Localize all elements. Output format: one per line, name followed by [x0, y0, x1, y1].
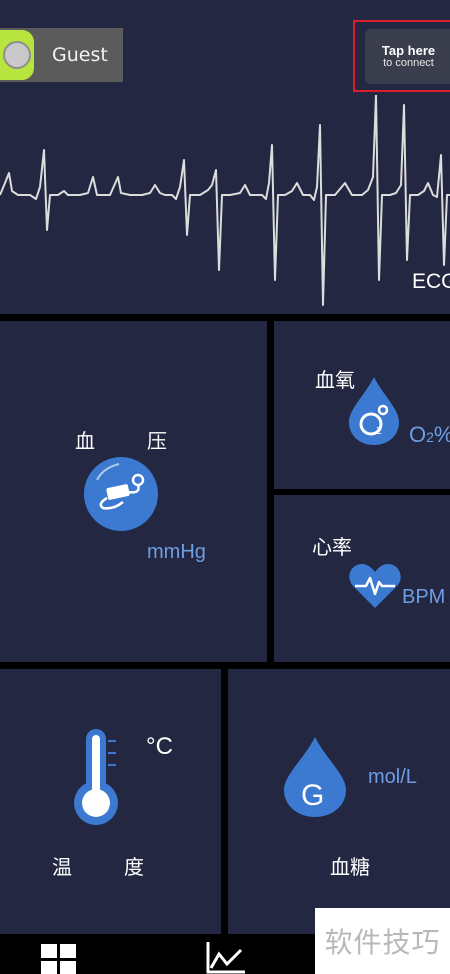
spo2-unit-sub: 2 — [426, 429, 434, 445]
dashboard-grid-icon[interactable] — [41, 944, 77, 974]
glucose-unit: mol/L — [368, 766, 417, 788]
heart-pulse-icon — [349, 564, 401, 608]
glucose-label: 血糖 — [330, 855, 370, 879]
connect-button-frame[interactable]: Tap here to connect — [353, 20, 450, 92]
blood-pressure-tile[interactable]: 血 压 mmHg — [0, 321, 267, 662]
connect-sublabel: to connect — [383, 56, 434, 69]
user-icon — [3, 41, 31, 69]
spo2-unit: O2% — [409, 422, 450, 448]
ecg-panel: Guest Tap here to connect ECG — [0, 0, 450, 314]
glucose-icon-letter: G — [301, 779, 325, 812]
ecg-label: ECG — [412, 270, 450, 293]
watermark: 软件技巧 — [315, 908, 450, 974]
user-name: Guest — [52, 44, 108, 66]
connect-label: Tap here — [381, 42, 436, 58]
temperature-tile[interactable]: °C 温 度 — [0, 669, 221, 934]
user-chip[interactable]: Guest — [0, 28, 123, 82]
hr-unit: BPM — [402, 586, 446, 608]
spo2-unit-tail: % — [434, 422, 450, 447]
bp-unit: mmHg — [147, 541, 206, 563]
oxygen-drop-icon: 2 — [349, 377, 399, 445]
temp-label-1: 温 — [52, 855, 72, 879]
trend-chart-icon[interactable] — [205, 942, 245, 974]
avatar[interactable] — [0, 30, 34, 80]
hr-label: 心率 — [312, 535, 352, 559]
svg-text:2: 2 — [376, 426, 382, 437]
heart-rate-tile[interactable]: 心率 BPM — [274, 495, 450, 662]
watermark-text: 软件技巧 — [324, 926, 441, 959]
bp-label-1: 血 — [75, 429, 95, 453]
connect-button[interactable]: Tap here to connect — [365, 29, 450, 84]
blood-pressure-cuff-icon — [84, 457, 158, 531]
ecg-waveform — [0, 95, 450, 306]
glucose-tile[interactable]: G mol/L 血糖 — [228, 669, 450, 934]
spo2-unit-main: O — [409, 422, 427, 447]
temp-label-2: 度 — [124, 855, 144, 879]
bp-label-2: 压 — [147, 429, 167, 453]
temp-unit: °C — [146, 733, 173, 760]
thermometer-icon — [74, 729, 118, 825]
spo2-tile[interactable]: 血氧 2 O2% — [274, 321, 450, 489]
